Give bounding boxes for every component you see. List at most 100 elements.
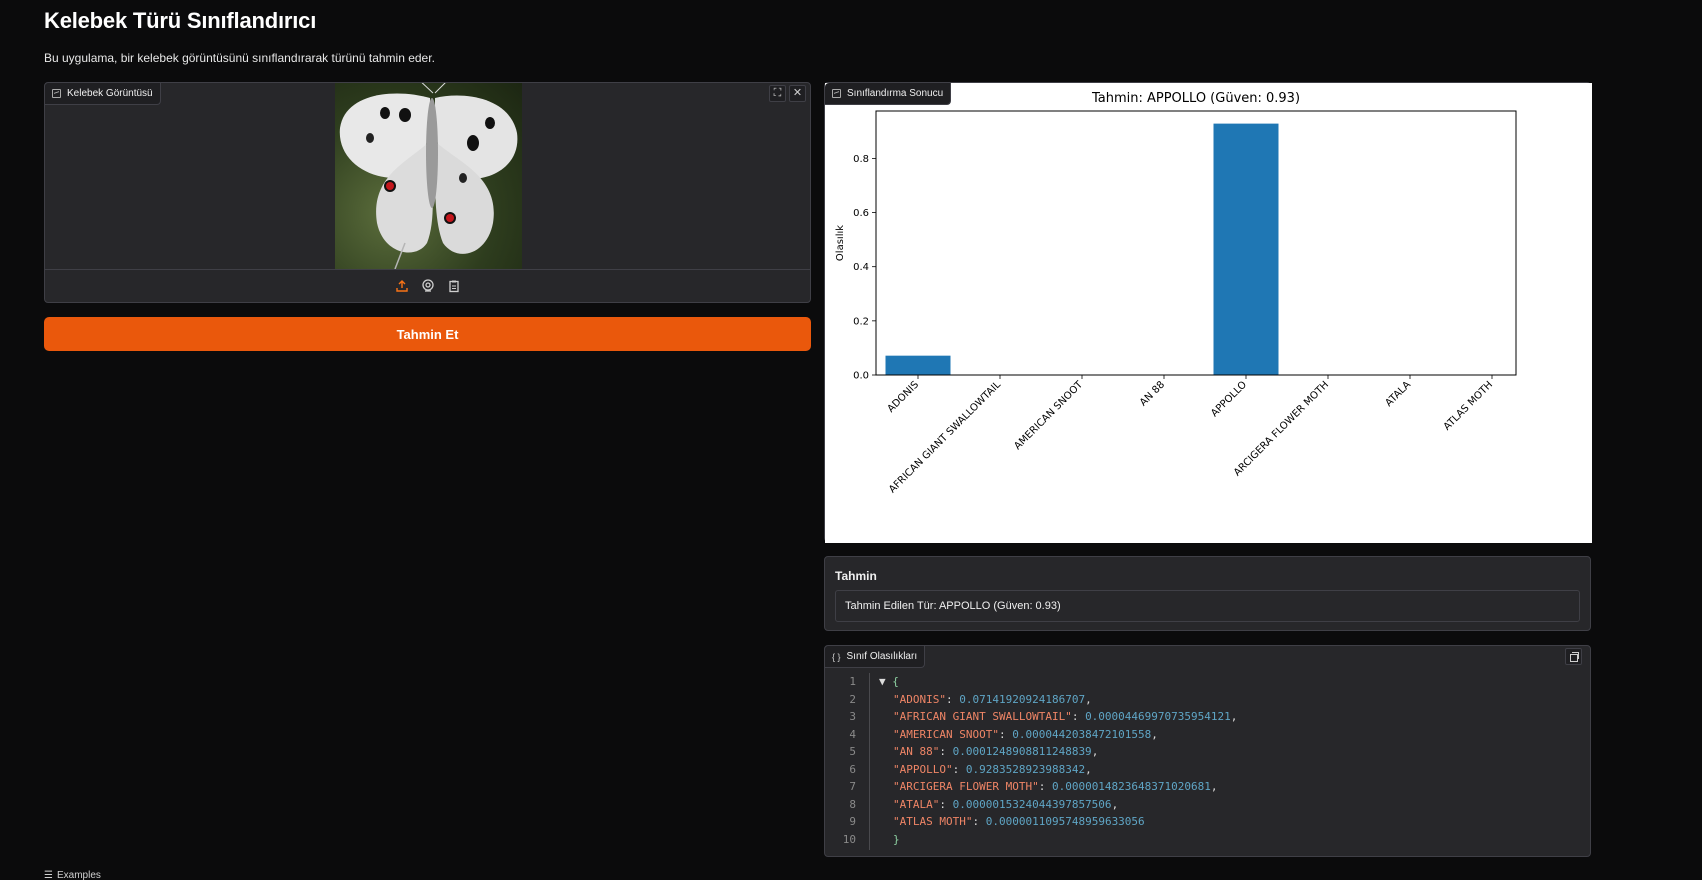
json-value: 0.9283528923988342 (965, 762, 1086, 776)
fullscreen-icon[interactable]: ⛶ (769, 85, 786, 102)
line-number: 1 (849, 675, 856, 688)
line-number: 2 (849, 692, 856, 706)
json-value: 0.0000011095748959633056 (985, 815, 1145, 828)
json-key: "AFRICAN GIANT SWALLOWTAIL" (893, 710, 1072, 723)
json-separator: , (1085, 692, 1092, 706)
image-source-bar (45, 269, 810, 302)
code-line: 6 "APPOLLO": 0.9283528923988342, (825, 761, 1590, 779)
code-line: 3 "AFRICAN GIANT SWALLOWTAIL": 0.00004469… (825, 708, 1590, 726)
json-entry: "APPOLLO": 0.9283528923988342, (893, 762, 1092, 776)
json-separator: , (1210, 780, 1218, 793)
image-input-label: Kelebek Görüntüsü (45, 83, 161, 105)
line-number: 10 (842, 832, 856, 846)
code-line: 10} (825, 831, 1590, 849)
json-entry: "AMERICAN SNOOT": 0.0000442038472101558, (893, 727, 1158, 741)
code-line: 8 "ATALA": 0.0000015324044397857506, (825, 796, 1590, 814)
list-icon: ☰ (44, 870, 53, 880)
y-tick-label: 0.6 (853, 208, 869, 219)
copy-icon[interactable] (1565, 648, 1582, 665)
collapse-arrow-icon[interactable]: ▼ (879, 675, 892, 688)
json-entry: "ARCIGERA FLOWER MOTH": 0.00000148236483… (893, 780, 1218, 793)
json-key: "AMERICAN SNOOT" (893, 727, 999, 741)
uploaded-butterfly-image (335, 83, 522, 269)
y-tick-label: 0.0 (853, 371, 869, 382)
probability-bar-chart: Tahmin: APPOLLO (Güven: 0.93) Olasılık 0.0… (825, 83, 1592, 543)
json-code-view: 1 ▼ {2 "ADONIS": 0.07141920924186707, 3 "AFR… (825, 673, 1590, 850)
y-axis-label: Olasılık (835, 225, 846, 261)
json-entry: "ATLAS MOTH": 0.0000011095748959633056 (893, 815, 1145, 828)
json-entry: "AN 88": 0.0001248908811248839, (893, 745, 1099, 758)
prediction-label: Tahmin (835, 569, 877, 583)
plot-label-text: Sınıflandırma Sonucu (847, 88, 944, 99)
line-number: 7 (849, 780, 856, 793)
json-value: 0.0000442038472101558 (1012, 727, 1152, 741)
image-icon (52, 89, 61, 98)
butterfly-illustration (339, 83, 518, 269)
image-input-panel[interactable]: Kelebek Görüntüsü ⛶ ✕ (44, 82, 811, 303)
json-value: 0.0001248908811248839 (952, 745, 1092, 758)
code-line: 2 "ADONIS": 0.07141920924186707, (825, 691, 1590, 709)
code-line: 9 "ATLAS MOTH": 0.0000011095748959633056 (825, 813, 1590, 831)
json-key: "AN 88" (893, 745, 940, 758)
json-label: { } Sınıf Olasılıkları (825, 646, 926, 668)
upload-icon[interactable] (393, 277, 411, 295)
open-brace: { (892, 675, 899, 688)
json-separator: , (1091, 745, 1099, 758)
json-open-brace: ▼ { (879, 673, 899, 691)
code-line: 4 "AMERICAN SNOOT": 0.0000442038472101558… (825, 726, 1590, 744)
json-value: 0.00004469970735954121 (1085, 710, 1231, 723)
y-tick-label: 0.8 (853, 154, 869, 165)
line-number: 8 (849, 797, 856, 811)
json-key: "APPOLLO" (893, 762, 953, 776)
json-key: "ADONIS" (893, 692, 946, 706)
bar-appollo (1213, 123, 1279, 375)
webcam-icon[interactable] (419, 277, 437, 295)
json-separator: , (1085, 762, 1092, 776)
json-key: "ATLAS MOTH" (893, 815, 973, 828)
clipboard-icon[interactable] (445, 277, 463, 295)
close-icon[interactable]: ✕ (789, 85, 806, 102)
class-probabilities-panel: { } Sınıf Olasılıkları 1 ▼ {2 "ADONIS": 0.… (824, 645, 1591, 857)
prediction-textbox[interactable]: Tahmin Edilen Tür: APPOLLO (Güven: 0.93) (835, 590, 1580, 622)
json-separator: , (1111, 797, 1119, 811)
code-line: 1 ▼ { (825, 673, 1590, 691)
code-line: 7 "ARCIGERA FLOWER MOTH": 0.0000014823648… (825, 778, 1590, 796)
line-number: 4 (849, 727, 856, 741)
image-tools: ⛶ ✕ (769, 85, 806, 102)
json-close-brace: } (893, 831, 900, 849)
page-title: Kelebek Türü Sınıflandırıcı (44, 8, 317, 33)
json-entry: "ADONIS": 0.07141920924186707, (893, 692, 1092, 706)
json-label-text: Sınıf Olasılıkları (846, 651, 918, 662)
braces-icon: { } (832, 651, 841, 662)
predict-button[interactable]: Tahmin Et (44, 317, 811, 351)
chart-icon (832, 89, 841, 98)
code-line: 5 "AN 88": 0.0001248908811248839, (825, 743, 1590, 761)
examples-label: Examples (56, 870, 101, 880)
chart-title: Tahmin: APPOLLO (Güven: 0.93) (1091, 91, 1300, 106)
page-description: Bu uygulama, bir kelebek görüntüsünü sın… (44, 51, 435, 65)
line-number: 6 (849, 762, 856, 776)
image-input-label-text: Kelebek Görüntüsü (67, 88, 153, 99)
app-page: Kelebek Türü Sınıflandırıcı Bu uygulama,… (0, 0, 1702, 880)
close-brace: } (893, 832, 900, 846)
json-separator: , (1151, 727, 1158, 741)
prediction-panel: Tahmin Tahmin Edilen Tür: APPOLLO (Güven… (824, 556, 1591, 631)
line-number: 5 (849, 745, 856, 758)
json-key: "ARCIGERA FLOWER MOTH" (893, 780, 1039, 793)
examples-section[interactable]: ☰ Examples (44, 870, 101, 880)
line-number: 9 (849, 815, 856, 828)
y-tick-label: 0.4 (853, 262, 869, 273)
y-tick-label: 0.2 (853, 316, 869, 327)
json-value: 0.0000015324044397857506 (952, 797, 1112, 811)
line-number: 3 (849, 710, 856, 723)
json-value: 0.0000014823648371020681 (1051, 780, 1211, 793)
bar-adonis (885, 355, 951, 375)
json-separator: , (1230, 710, 1238, 723)
plot-label: Sınıflandırma Sonucu (825, 83, 952, 105)
prediction-text: Tahmin Edilen Tür: APPOLLO (Güven: 0.93) (845, 600, 1061, 612)
json-key: "ATALA" (893, 797, 940, 811)
json-value: 0.07141920924186707 (959, 692, 1086, 706)
json-entry: "ATALA": 0.0000015324044397857506, (893, 797, 1119, 811)
chart-background (825, 83, 1592, 543)
classification-plot-panel: Tahmin: APPOLLO (Güven: 0.93) Olasılık 0.0… (824, 82, 1592, 543)
